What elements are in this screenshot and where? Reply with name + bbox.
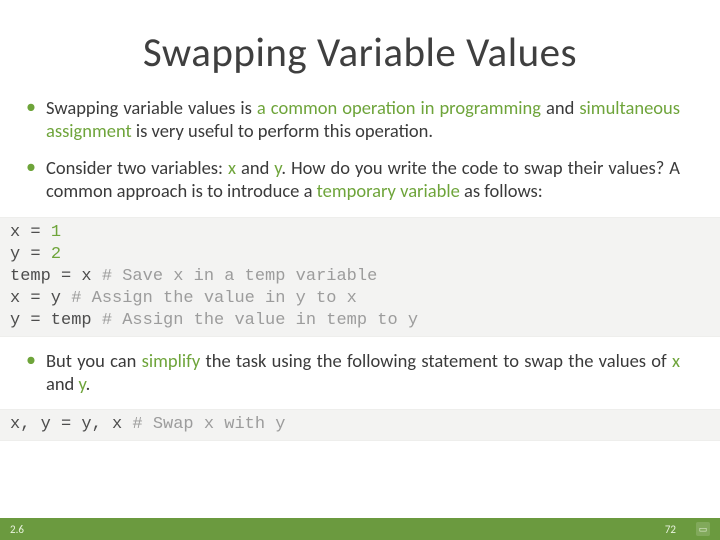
var-x: x [672, 349, 680, 372]
text-run: and [541, 96, 579, 119]
emphasis: temporary variable [317, 179, 460, 202]
text-run: . [86, 372, 91, 395]
slide-body: • Swapping variable values is a common o… [0, 86, 720, 441]
text-run: Consider two variables: [46, 156, 228, 179]
bullet-dot-icon: • [26, 349, 36, 395]
text-run: and [236, 156, 274, 179]
code-block-1: x = 1 y = 2 temp = x # Save x in a temp … [0, 217, 720, 337]
code-run: x = y [10, 289, 71, 308]
bullet-item: • Swapping variable values is a common o… [40, 96, 680, 142]
code-run: y = [10, 245, 51, 264]
code-number: 1 [51, 223, 61, 242]
text-run: and [46, 372, 78, 395]
code-run: temp = x [10, 267, 102, 286]
text-run: as follows: [460, 179, 543, 202]
footer-section: 2.6 [10, 523, 24, 536]
footer-page-number: 72 [665, 523, 676, 536]
code-comment: # Save x in a temp variable [102, 267, 377, 286]
var-x: x [228, 156, 236, 179]
code-run: x = [10, 223, 51, 242]
text-run: Swapping variable values is [46, 96, 257, 119]
bullet-dot-icon: • [26, 156, 36, 202]
emphasis: simplify [142, 349, 201, 372]
code-comment: # Assign the value in y to x [71, 289, 357, 308]
presentation-mode-icon[interactable]: ▭ [696, 522, 710, 536]
code-run: x, y = y, x [10, 415, 132, 434]
bullet-item: • Consider two variables: x and y. How d… [40, 156, 680, 202]
slide: Swapping Variable Values • Swapping vari… [0, 0, 720, 540]
slide-title: Swapping Variable Values [0, 0, 720, 86]
bullet-text: Swapping variable values is a common ope… [46, 96, 680, 142]
code-block-2: x, y = y, x # Swap x with y [0, 409, 720, 441]
bullet-text: Consider two variables: x and y. How do … [46, 156, 680, 202]
bullet-dot-icon: • [26, 96, 36, 142]
slide-footer: 2.6 72 ▭ [0, 518, 720, 540]
bullet-item: • But you can simplify the task using th… [40, 349, 680, 395]
code-comment: # Assign the value in temp to y [102, 311, 418, 330]
code-run: y = temp [10, 311, 102, 330]
code-number: 2 [51, 245, 61, 264]
code-comment: # Swap x with y [132, 415, 285, 434]
emphasis: a common operation in programming [257, 96, 541, 119]
var-y: y [78, 372, 85, 395]
text-run: is very useful to perform this operation… [132, 119, 433, 142]
text-run: But you can [46, 349, 142, 372]
bullet-text: But you can simplify the task using the … [46, 349, 680, 395]
text-run: the task using the following statement t… [200, 349, 672, 372]
